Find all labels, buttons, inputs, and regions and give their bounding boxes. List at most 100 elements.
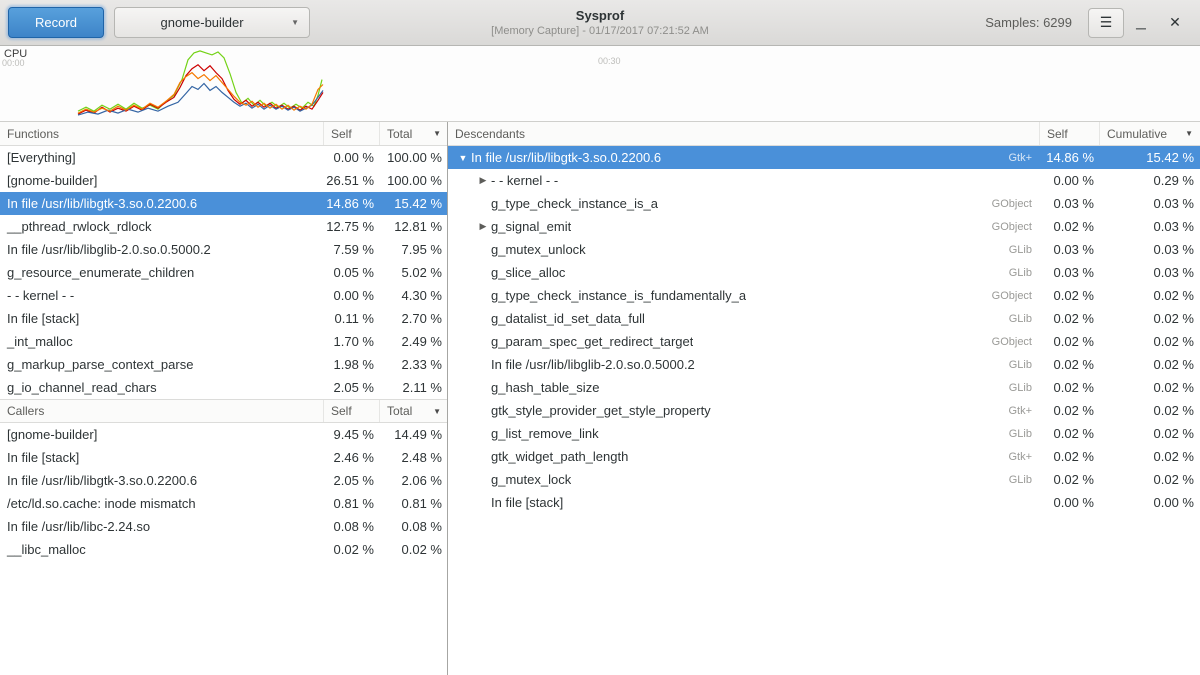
close-button[interactable]: ✕ (1158, 8, 1192, 38)
tree-row[interactable]: g_type_check_instance_is_fundamentally_a… (448, 284, 1200, 307)
callers-column-label: Callers (7, 404, 44, 418)
self-value: 0.03 % (1040, 242, 1100, 257)
table-row[interactable]: g_markup_parse_context_parse1.98 %2.33 % (0, 353, 447, 376)
function-name: In file /usr/lib/libglib-2.0.so.0.5000.2 (491, 357, 695, 372)
table-row[interactable]: g_io_channel_read_chars2.05 %2.11 % (0, 376, 447, 399)
tree-row[interactable]: g_param_spec_get_redirect_targetGObject0… (448, 330, 1200, 353)
table-row[interactable]: __libc_malloc0.02 %0.02 % (0, 538, 447, 561)
tree-name-cell: ▼In file /usr/lib/libgtk-3.so.0.2200.6 Gt… (448, 146, 1040, 169)
library-tag: GLib (1009, 382, 1040, 394)
tree-row[interactable]: g_mutex_lockGLib0.02 %0.02 % (448, 468, 1200, 491)
descendants-column-header[interactable]: Descendants (448, 122, 1040, 145)
self-value: 0.02 % (1040, 311, 1100, 326)
tree-row[interactable]: ▶g_signal_emitGObject0.02 %0.03 % (448, 215, 1200, 238)
menu-button[interactable]: ☰ (1088, 8, 1124, 38)
total-value: 100.00 % (380, 150, 448, 165)
total-value: 2.11 % (380, 380, 448, 395)
self-column-header[interactable]: Self (324, 122, 380, 145)
total-value: 2.33 % (380, 357, 448, 372)
expander-icon[interactable]: ▶ (475, 221, 491, 232)
table-row[interactable]: /etc/ld.so.cache: inode mismatch0.81 %0.… (0, 492, 447, 515)
library-tag: Gtk+ (1008, 152, 1040, 164)
function-name: - - kernel - - (0, 284, 324, 307)
expander-icon[interactable]: ▼ (455, 153, 471, 163)
table-row[interactable]: In file /usr/lib/libc-2.24.so0.08 %0.08 … (0, 515, 447, 538)
cumulative-value: 0.03 % (1100, 242, 1200, 257)
functions-header: Functions Self Total▼ (0, 122, 447, 146)
self-value: 12.75 % (324, 219, 380, 234)
table-row[interactable]: - - kernel - -0.00 %4.30 % (0, 284, 447, 307)
table-row[interactable]: g_resource_enumerate_children0.05 %5.02 … (0, 261, 447, 284)
function-name: g_slice_alloc (491, 265, 565, 280)
self-value: 0.05 % (324, 265, 380, 280)
library-tag: GLib (1009, 359, 1040, 371)
tree-name-cell: In file /usr/lib/libglib-2.0.so.0.5000.2… (448, 353, 1040, 376)
cumulative-column-header[interactable]: Cumulative▼ (1100, 122, 1200, 145)
cumulative-value: 0.02 % (1100, 357, 1200, 372)
expander-icon[interactable]: ▶ (475, 175, 491, 186)
tree-row[interactable]: In file [stack]0.00 %0.00 % (448, 491, 1200, 514)
functions-column-header[interactable]: Functions (0, 122, 324, 145)
tree-row[interactable]: gtk_widget_path_lengthGtk+0.02 %0.02 % (448, 445, 1200, 468)
cumulative-value: 0.02 % (1100, 403, 1200, 418)
table-row[interactable]: In file /usr/lib/libgtk-3.so.0.2200.62.0… (0, 469, 447, 492)
tree-row[interactable]: g_slice_allocGLib0.03 %0.03 % (448, 261, 1200, 284)
self-value: 14.86 % (324, 196, 380, 211)
callers-column-header[interactable]: Callers (0, 400, 324, 422)
function-name: g_param_spec_get_redirect_target (491, 334, 693, 349)
capture-subtitle: [Memory Capture] - 01/17/2017 07:21:52 A… (491, 25, 709, 37)
tree-row[interactable]: g_type_check_instance_is_aGObject0.03 %0… (448, 192, 1200, 215)
tree-row[interactable]: ▶- - kernel - -0.00 %0.29 % (448, 169, 1200, 192)
total-column-header[interactable]: Total▼ (380, 122, 448, 145)
descendants-tree: ▼In file /usr/lib/libgtk-3.so.0.2200.6 Gt… (448, 146, 1200, 514)
tree-row[interactable]: In file /usr/lib/libglib-2.0.so.0.5000.2… (448, 353, 1200, 376)
sort-arrow-icon: ▼ (433, 129, 441, 138)
table-row[interactable]: [Everything]0.00 %100.00 % (0, 146, 447, 169)
tree-name-cell: g_type_check_instance_is_aGObject (448, 192, 1040, 215)
library-tag: GLib (1009, 267, 1040, 279)
tree-row[interactable]: g_datalist_id_set_data_fullGLib0.02 %0.0… (448, 307, 1200, 330)
table-row[interactable]: In file [stack]0.11 %2.70 % (0, 307, 447, 330)
tree-name-cell: g_mutex_lockGLib (448, 468, 1040, 491)
library-tag: GLib (1009, 428, 1040, 440)
total-value: 100.00 % (380, 173, 448, 188)
tree-row[interactable]: ▼In file /usr/lib/libgtk-3.so.0.2200.6 Gt… (448, 146, 1200, 169)
total-column-header[interactable]: Total▼ (380, 400, 448, 422)
self-column-header[interactable]: Self (324, 400, 380, 422)
record-button[interactable]: Record (8, 7, 104, 38)
tree-row[interactable]: g_hash_table_sizeGLib0.02 %0.02 % (448, 376, 1200, 399)
function-name: In file /usr/lib/libgtk-3.so.0.2200.6 (471, 150, 661, 165)
table-row[interactable]: In file /usr/lib/libgtk-3.so.0.2200.614.… (0, 192, 447, 215)
cumulative-column-label: Cumulative (1107, 127, 1167, 141)
cumulative-value: 0.03 % (1100, 265, 1200, 280)
cpu-series-green (78, 51, 322, 111)
self-value: 7.59 % (324, 242, 380, 257)
self-value: 0.81 % (324, 496, 380, 511)
cumulative-value: 0.03 % (1100, 219, 1200, 234)
tree-name-cell: gtk_style_provider_get_style_propertyGtk… (448, 399, 1040, 422)
table-row[interactable]: __pthread_rwlock_rdlock12.75 %12.81 % (0, 215, 447, 238)
tree-name-cell: g_slice_alloc GLib (448, 261, 1040, 284)
function-name: [Everything] (0, 146, 324, 169)
minimize-button[interactable]: ─ (1124, 8, 1158, 38)
library-tag: GObject (992, 336, 1040, 348)
self-value: 0.00 % (1040, 495, 1100, 510)
function-name: [gnome-builder] (0, 423, 324, 446)
table-row[interactable]: In file /usr/lib/libglib-2.0.so.0.5000.2… (0, 238, 447, 261)
self-column-header[interactable]: Self (1040, 122, 1100, 145)
table-row[interactable]: In file [stack]2.46 %2.48 % (0, 446, 447, 469)
tree-row[interactable]: g_list_remove_linkGLib0.02 %0.02 % (448, 422, 1200, 445)
tree-row[interactable]: g_mutex_unlockGLib0.03 %0.03 % (448, 238, 1200, 261)
self-value: 0.02 % (1040, 288, 1100, 303)
table-row[interactable]: [gnome-builder]26.51 %100.00 % (0, 169, 447, 192)
self-value: 0.11 % (324, 311, 380, 326)
process-selector[interactable]: gnome-builder ▼ (114, 7, 310, 38)
table-row[interactable]: [gnome-builder]9.45 %14.49 % (0, 423, 447, 446)
table-row[interactable]: _int_malloc1.70 %2.49 % (0, 330, 447, 353)
tree-row[interactable]: gtk_style_provider_get_style_propertyGtk… (448, 399, 1200, 422)
cpu-graph[interactable]: CPU 00:00 00:30 (0, 46, 1200, 122)
process-selector-label: gnome-builder (125, 15, 279, 30)
function-name: [gnome-builder] (0, 169, 324, 192)
self-column-label: Self (1047, 127, 1068, 141)
tree-name-cell: g_hash_table_sizeGLib (448, 376, 1040, 399)
